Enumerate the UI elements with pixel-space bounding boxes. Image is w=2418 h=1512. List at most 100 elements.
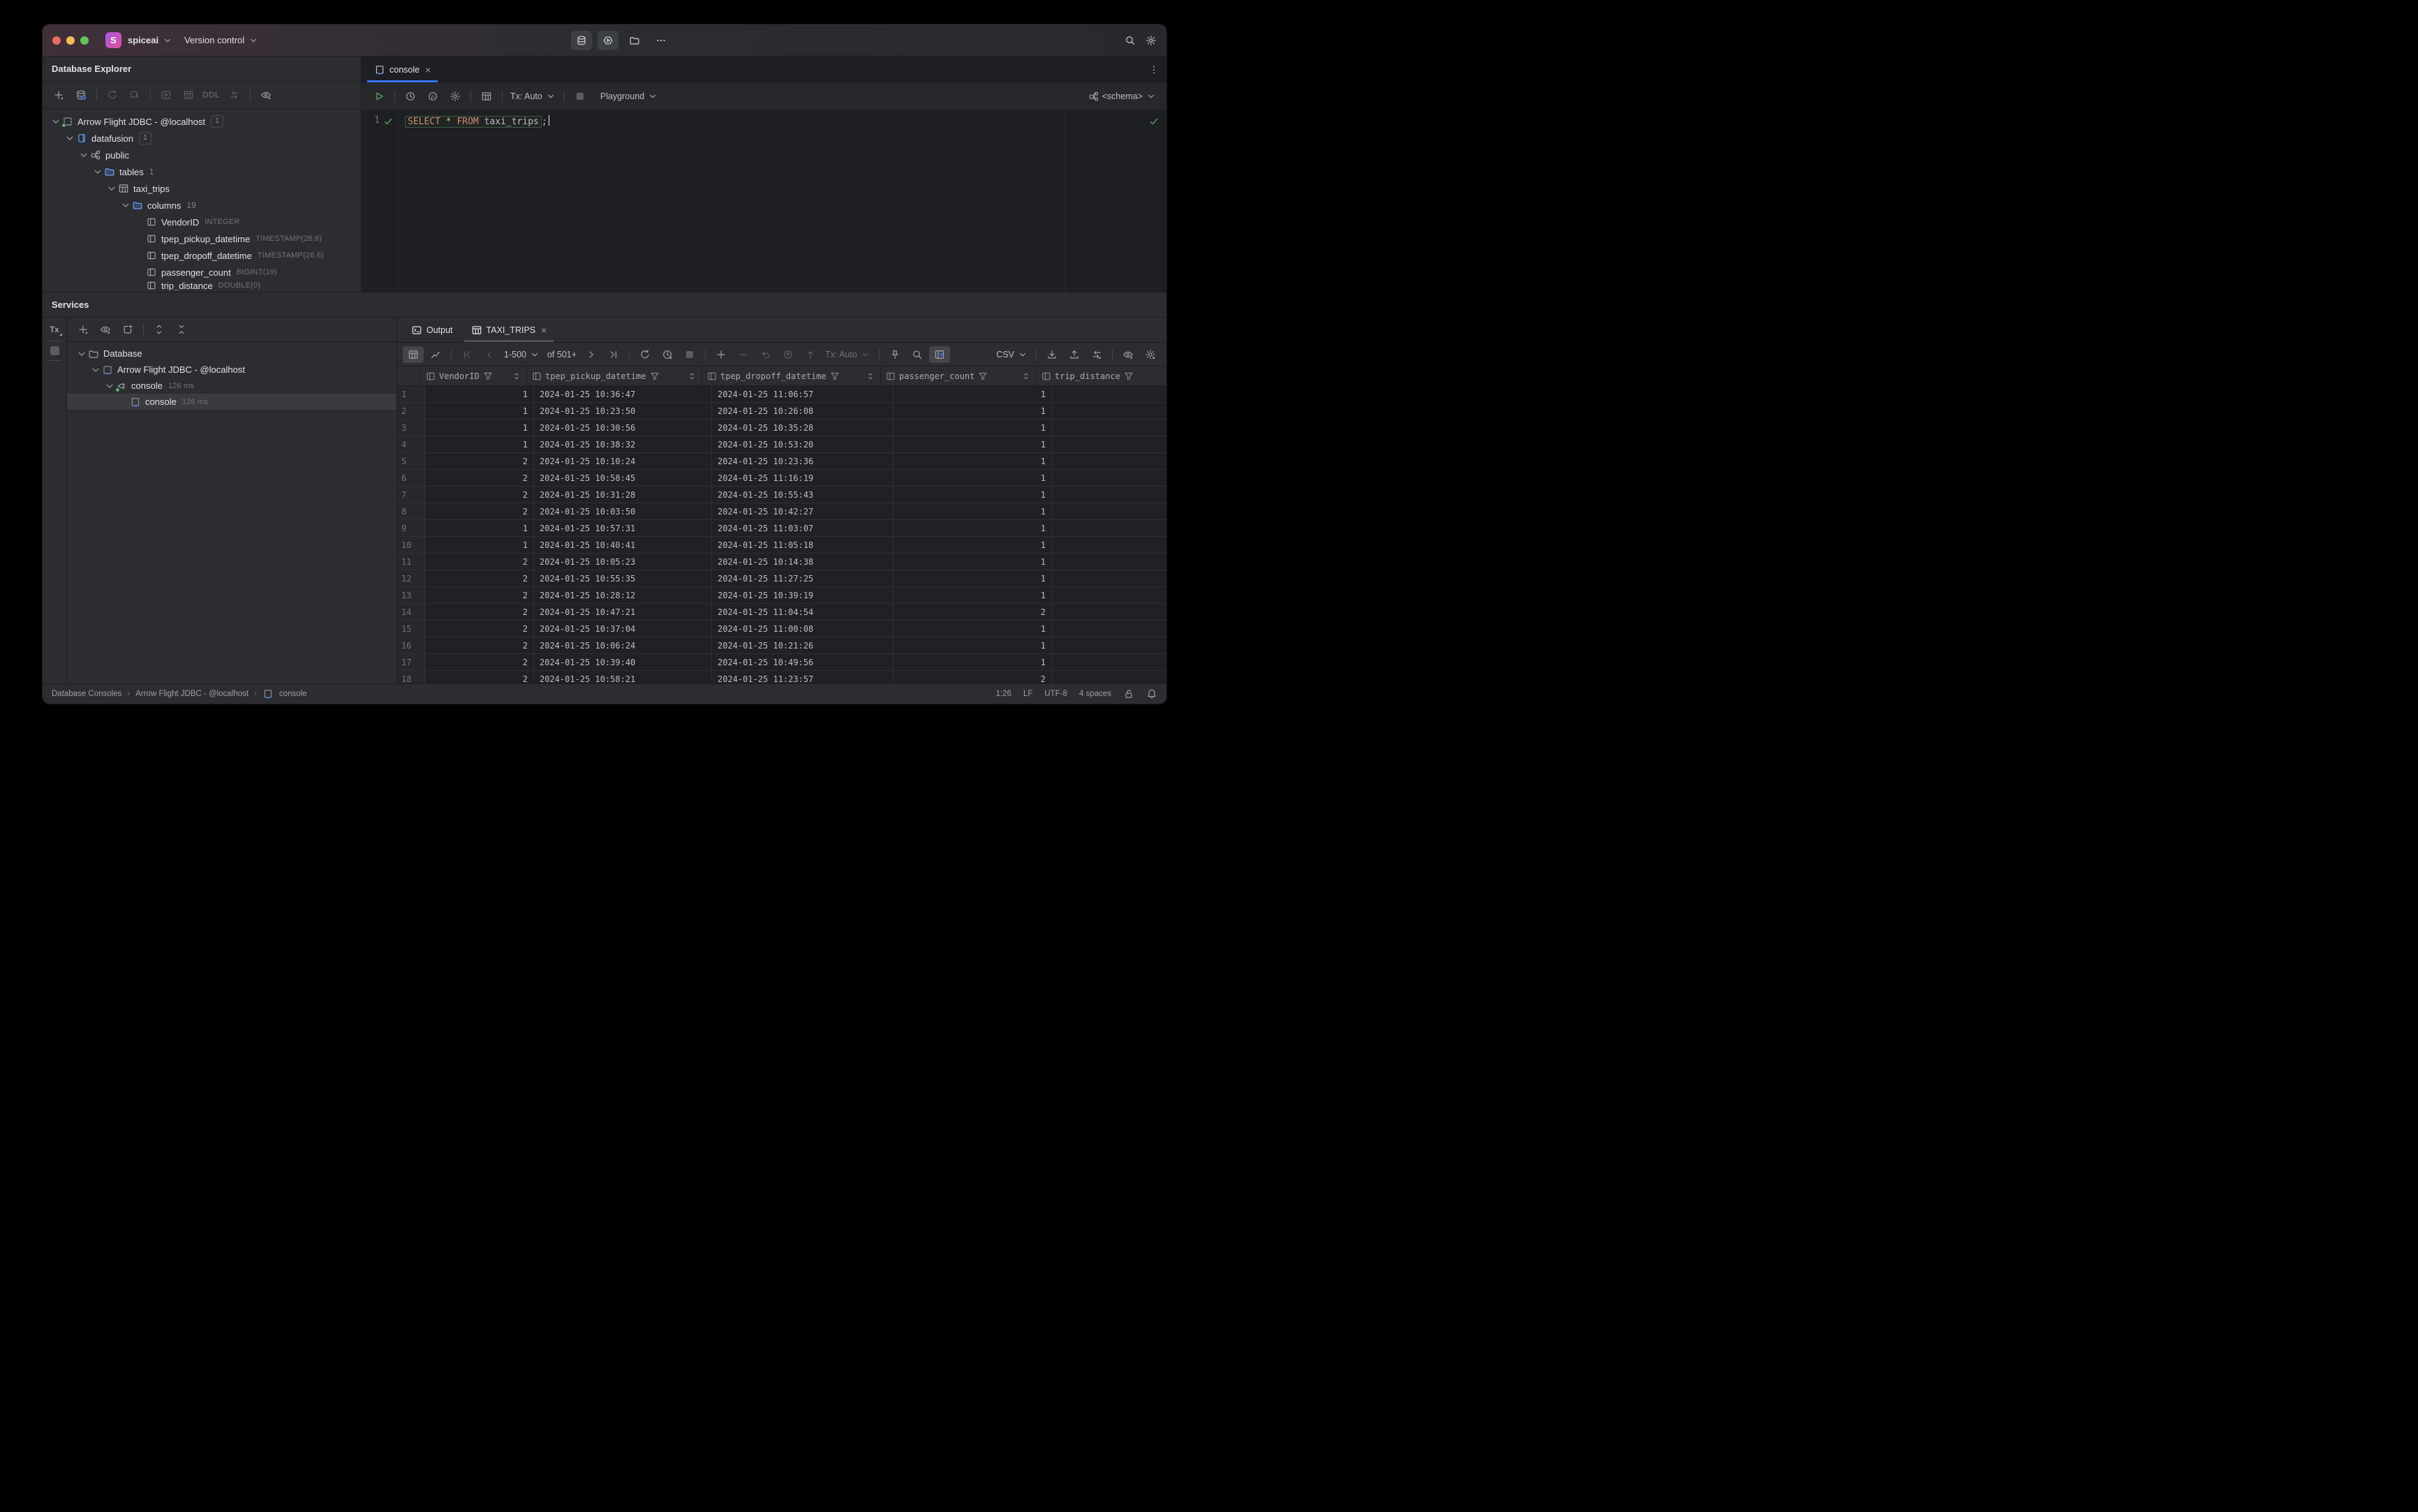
- breadcrumb-item[interactable]: Arrow Flight JDBC - @localhost: [135, 690, 249, 698]
- inspections-ok-icon[interactable]: [1148, 116, 1159, 127]
- close-tab-icon[interactable]: ×: [541, 325, 547, 336]
- find-in-grid-button[interactable]: [907, 346, 928, 363]
- last-page-button[interactable]: [603, 346, 624, 363]
- tab-options-kebab-icon[interactable]: [1148, 64, 1159, 75]
- row-number[interactable]: 15: [397, 621, 425, 637]
- add-service-button[interactable]: [73, 321, 94, 338]
- submit-button[interactable]: [800, 346, 821, 363]
- table-cell[interactable]: 2: [893, 604, 1052, 620]
- indent-setting[interactable]: 4 spaces: [1079, 690, 1111, 698]
- table-cell[interactable]: 1: [893, 487, 1052, 503]
- table-cell[interactable]: 2024-01-25 10:37:04: [534, 621, 712, 637]
- tree-item-trip-distance[interactable]: trip_distance DOUBLE(0): [43, 281, 361, 290]
- parameters-button[interactable]: p: [422, 88, 443, 105]
- table-view-button[interactable]: [403, 346, 424, 363]
- tree-item-console[interactable]: console 126 ms: [67, 378, 396, 394]
- grid-view-options-button[interactable]: [1118, 346, 1138, 363]
- row-number[interactable]: 3: [397, 420, 425, 436]
- table-cell[interactable]: 2024-01-25 10:36:47: [534, 386, 712, 402]
- filter-funnel-icon[interactable]: [977, 371, 988, 382]
- tree-item-passenger-count[interactable]: passenger_count BIGINT(19): [43, 264, 361, 281]
- sort-icon[interactable]: [1021, 371, 1032, 382]
- table-cell[interactable]: 0.4: [1052, 403, 1166, 419]
- close-window-button[interactable]: [52, 36, 61, 45]
- export-format-select[interactable]: CSV: [993, 349, 1031, 360]
- disconnect-button[interactable]: [124, 87, 145, 103]
- tab-taxi-trips[interactable]: TAXI_TRIPS ×: [463, 318, 554, 342]
- run-widget-button[interactable]: [598, 30, 619, 50]
- project-menu[interactable]: spiceai: [128, 35, 173, 46]
- table-cell[interactable]: 1: [893, 637, 1052, 653]
- table-cell[interactable]: 1: [893, 537, 1052, 553]
- filter-funnel-icon[interactable]: [649, 371, 660, 382]
- filter-funnel-icon[interactable]: [482, 371, 494, 382]
- table-cell[interactable]: 0.8: [1052, 420, 1166, 436]
- table-cell[interactable]: 1: [425, 520, 534, 536]
- row-number[interactable]: 4: [397, 436, 425, 452]
- caret-position[interactable]: 1:26: [996, 690, 1011, 698]
- row-number[interactable]: 6: [397, 470, 425, 486]
- tree-item-public[interactable]: public: [43, 147, 361, 163]
- expand-all-button[interactable]: [149, 321, 170, 338]
- row-number[interactable]: 7: [397, 487, 425, 503]
- chevron-down-icon[interactable]: [89, 364, 101, 376]
- sort-icon[interactable]: [1164, 371, 1166, 382]
- table-cell[interactable]: 2: [425, 554, 534, 570]
- tree-item-console[interactable]: console 126 ms: [67, 394, 396, 410]
- history-button[interactable]: [400, 88, 421, 105]
- lock-open-icon[interactable]: [1123, 688, 1134, 699]
- ddl-button[interactable]: DDL: [200, 90, 223, 100]
- chevron-down-icon[interactable]: [91, 166, 103, 177]
- table-cell[interactable]: 2: [425, 654, 534, 670]
- table-cell[interactable]: 2024-01-25 10:38:32: [534, 436, 712, 452]
- table-cell[interactable]: 2: [425, 671, 534, 683]
- table-cell[interactable]: 1: [893, 621, 1052, 637]
- tree-item-vendorid[interactable]: VendorID INTEGER: [43, 214, 361, 230]
- table-cell[interactable]: 1: [893, 570, 1052, 586]
- show-options-button[interactable]: [95, 321, 116, 338]
- table-cell[interactable]: 1: [425, 537, 534, 553]
- more-actions-button[interactable]: [651, 31, 672, 50]
- table-cell[interactable]: 0.76: [1052, 520, 1166, 536]
- table-cell[interactable]: 1: [425, 436, 534, 452]
- table-cell[interactable]: 1.8: [1052, 537, 1166, 553]
- row-number[interactable]: 2: [397, 403, 425, 419]
- browse-tables-button[interactable]: [476, 88, 497, 105]
- add-row-button[interactable]: [711, 346, 732, 363]
- chevron-down-icon[interactable]: [119, 200, 131, 211]
- new-query-console-button[interactable]: [156, 87, 177, 103]
- table-cell[interactable]: 2: [425, 470, 534, 486]
- tree-item-tpep-dropoff-datetime[interactable]: tpep_dropoff_datetime TIMESTAMP(26,6): [43, 247, 361, 264]
- tree-item-taxi-trips[interactable]: taxi_trips: [43, 180, 361, 197]
- table-cell[interactable]: 2024-01-25 11:04:54: [712, 604, 893, 620]
- breadcrumb-item[interactable]: console: [279, 690, 307, 698]
- next-page-button[interactable]: [581, 346, 602, 363]
- table-cell[interactable]: 2024-01-25 10:40:41: [534, 537, 712, 553]
- table-cell[interactable]: 1.3: [1052, 436, 1166, 452]
- grid-settings-button[interactable]: [1140, 346, 1161, 363]
- row-number[interactable]: 11: [397, 554, 425, 570]
- table-cell[interactable]: 2024-01-25 10:21:26: [712, 637, 893, 653]
- stop-strip-button[interactable]: [50, 346, 59, 355]
- column-header-tpep-dropoff-datetime[interactable]: tpep_dropoff_datetime: [702, 366, 881, 385]
- import-button[interactable]: [1041, 346, 1062, 363]
- table-cell[interactable]: 0.68: [1052, 554, 1166, 570]
- refresh-button[interactable]: [102, 87, 123, 103]
- grid-corner-cell[interactable]: [397, 366, 421, 385]
- stop-button[interactable]: [570, 88, 591, 105]
- table-cell[interactable]: 2024-01-25 10:58:45: [534, 470, 712, 486]
- table-cell[interactable]: 2024-01-25 10:14:38: [712, 554, 893, 570]
- tree-item-datafusion[interactable]: datafusion 1: [43, 130, 361, 147]
- filter-panel-button[interactable]: [928, 346, 950, 363]
- tree-item-columns[interactable]: columns 19: [43, 197, 361, 214]
- pin-tab-button[interactable]: [884, 346, 905, 363]
- table-cell[interactable]: 1.47: [1052, 671, 1166, 683]
- first-page-button[interactable]: [457, 346, 477, 363]
- sort-icon[interactable]: [511, 371, 522, 382]
- page-range-select[interactable]: 1-500: [501, 349, 543, 360]
- table-cell[interactable]: 1: [893, 503, 1052, 519]
- console-settings-button[interactable]: [445, 88, 466, 105]
- chevron-down-icon[interactable]: [64, 133, 75, 144]
- tree-item-arrow-flight-jdbc-localhost[interactable]: Arrow Flight JDBC - @localhost 1: [43, 113, 361, 130]
- navigate-button[interactable]: [224, 87, 245, 103]
